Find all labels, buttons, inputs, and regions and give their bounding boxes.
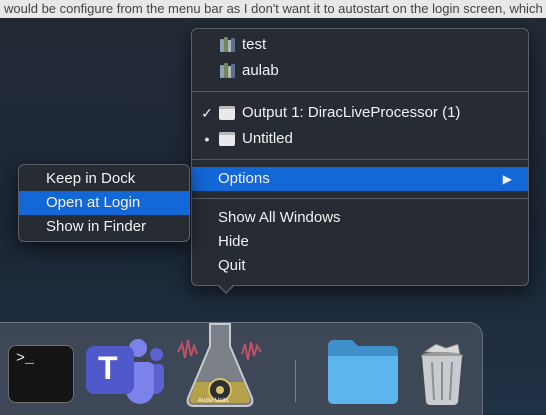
dock-app-menu: test aulab ✓ Output 1: DiracLiveProcesso… bbox=[191, 28, 529, 294]
options-submenu: Keep in Dock Open at Login Show in Finde… bbox=[18, 164, 190, 242]
folder-icon[interactable] bbox=[326, 334, 400, 406]
teams-icon[interactable]: T bbox=[86, 336, 168, 410]
submenu-item-keep-in-dock[interactable]: Keep in Dock bbox=[19, 167, 189, 191]
menu-item-hide[interactable]: Hide bbox=[192, 230, 528, 254]
menu-separator bbox=[192, 198, 528, 199]
menu-item-aulab[interactable]: aulab bbox=[192, 59, 528, 83]
books-icon bbox=[219, 37, 235, 53]
menu-item-label: Quit bbox=[218, 257, 246, 274]
submenu-item-show-in-finder[interactable]: Show in Finder bbox=[19, 215, 189, 239]
trash-icon[interactable] bbox=[418, 342, 466, 406]
teams-letter: T bbox=[98, 350, 118, 386]
terminal-prompt: >_ bbox=[16, 350, 35, 367]
audio-units-icon[interactable]: Audio Units bbox=[176, 318, 264, 410]
window-item-label: Output 1: DiracLiveProcessor (1) bbox=[242, 104, 461, 121]
menu-item-label: aulab bbox=[242, 62, 279, 79]
menu-item-show-all-windows[interactable]: Show All Windows bbox=[192, 206, 528, 230]
window-item-label: Untitled bbox=[242, 130, 293, 147]
menu-item-label: Show All Windows bbox=[218, 209, 341, 226]
window-item-output[interactable]: ✓ Output 1: DiracLiveProcessor (1) bbox=[192, 101, 528, 125]
submenu-item-open-at-login[interactable]: Open at Login bbox=[19, 191, 189, 215]
options-label: Options bbox=[218, 170, 270, 187]
audio-units-label: Audio Units bbox=[198, 398, 229, 404]
submenu-item-label: Keep in Dock bbox=[46, 170, 136, 187]
menu-item-label: test bbox=[242, 36, 267, 53]
submenu-item-label: Show in Finder bbox=[46, 218, 147, 235]
checkmark-icon: ✓ bbox=[201, 105, 213, 121]
menu-separator bbox=[192, 91, 528, 92]
window-item-untitled[interactable]: • Untitled bbox=[192, 127, 528, 151]
menu-separator bbox=[192, 159, 528, 160]
terminal-icon[interactable]: >_ bbox=[8, 345, 74, 403]
window-icon bbox=[219, 132, 235, 146]
dock-divider bbox=[295, 360, 296, 402]
menu-item-quit[interactable]: Quit bbox=[192, 254, 528, 278]
menu-pointer bbox=[217, 284, 235, 294]
bullet-icon: • bbox=[204, 131, 210, 147]
submenu-item-label: Open at Login bbox=[46, 194, 141, 211]
menu-item-test[interactable]: test bbox=[192, 33, 528, 57]
menu-item-options[interactable]: Options ▶ bbox=[192, 167, 528, 191]
window-icon bbox=[219, 106, 235, 120]
books-icon bbox=[219, 63, 235, 79]
menu-item-label: Hide bbox=[218, 233, 249, 250]
background-text: would be configure from the menu bar as … bbox=[0, 0, 546, 18]
submenu-arrow-icon: ▶ bbox=[502, 172, 512, 186]
